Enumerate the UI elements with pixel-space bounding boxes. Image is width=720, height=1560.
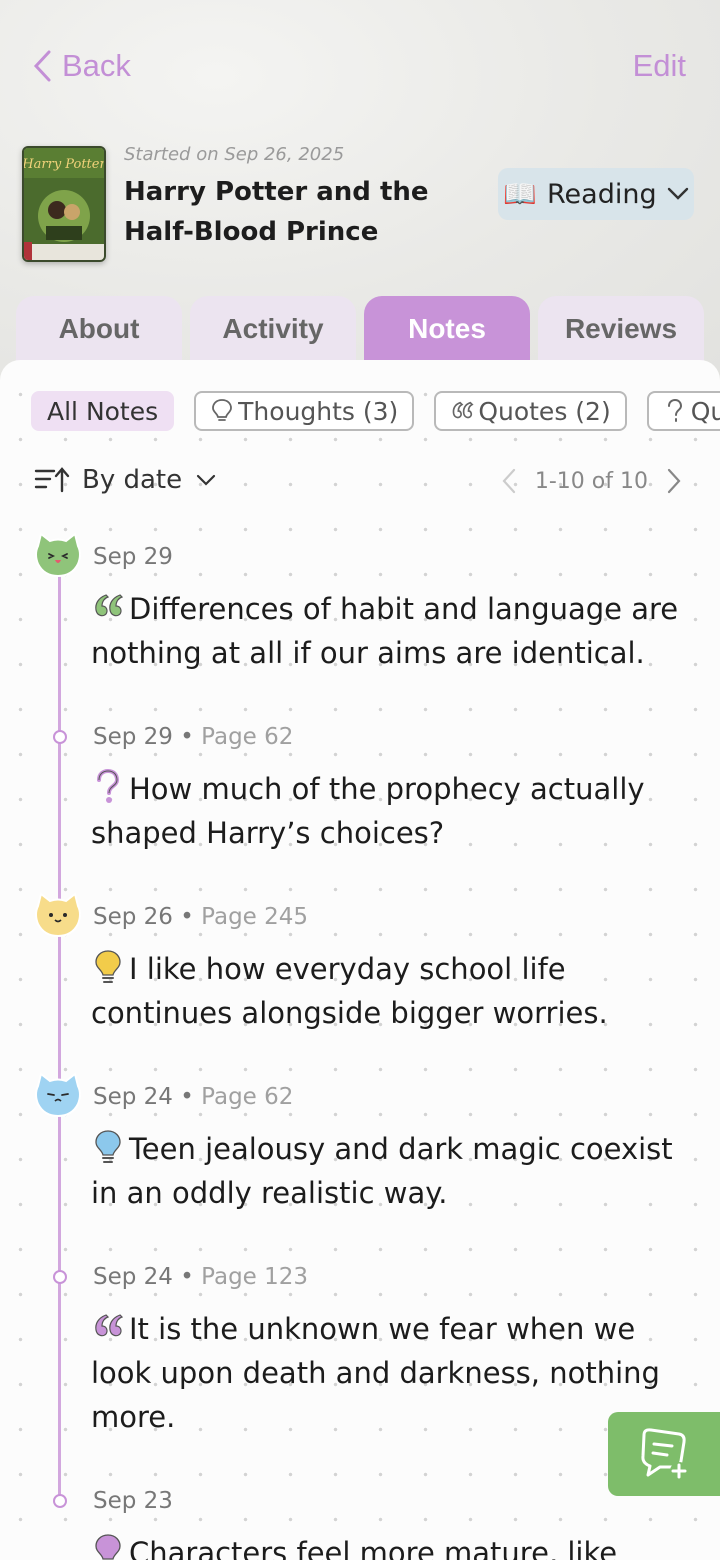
- timeline-dot: [53, 1270, 67, 1284]
- note-date: Sep 29 • Page 62: [93, 724, 294, 750]
- filter-questions[interactable]: Qu: [646, 391, 720, 431]
- sort-icon: [34, 467, 70, 493]
- note-date: Sep 24 • Page 62: [93, 1084, 294, 1110]
- tab-activity[interactable]: Activity: [190, 296, 356, 366]
- lightbulb-icon: [95, 950, 121, 983]
- add-note-button[interactable]: [608, 1412, 720, 1496]
- chip-label: Qu: [690, 396, 720, 426]
- note-date: Sep 24 • Page 123: [93, 1264, 309, 1290]
- chevron-down-icon: [197, 474, 216, 486]
- timeline-dot: [53, 730, 67, 744]
- quote-icon: [452, 401, 474, 419]
- notes-panel: All Notes Thoughts (3) Quotes (2) Qu By …: [0, 360, 720, 1560]
- book-title: Harry Potter and the Half-Blood Prince: [124, 177, 429, 247]
- lightbulb-icon: [95, 1130, 121, 1163]
- back-label: Back: [62, 48, 131, 83]
- timeline-dot: [53, 1494, 67, 1508]
- filter-all-notes[interactable]: All Notes: [31, 391, 175, 431]
- quote-icon: [95, 594, 124, 617]
- note-text: How much of the prophecy actually shaped…: [91, 767, 681, 855]
- reading-status-dropdown[interactable]: 📖 Reading: [498, 168, 694, 220]
- note-date: Sep 26 • Page 245: [93, 904, 309, 930]
- lightbulb-icon: [95, 1534, 121, 1560]
- edit-button[interactable]: Edit: [633, 44, 686, 88]
- chevron-right-icon[interactable]: [666, 468, 682, 494]
- status-label: Reading: [547, 178, 657, 210]
- tab-about[interactable]: About: [16, 296, 182, 366]
- yellow-cat-avatar: [35, 892, 81, 938]
- note-text: Differences of habit and language are no…: [91, 587, 681, 675]
- chevron-left-icon: [33, 50, 51, 82]
- note-date: Sep 29: [93, 544, 173, 570]
- back-button[interactable]: Back: [32, 44, 131, 88]
- pagination: 1-10 of 10: [501, 468, 682, 494]
- note-text: I like how everyday school life continue…: [91, 947, 681, 1035]
- filter-thoughts[interactable]: Thoughts (3): [194, 391, 415, 431]
- sort-dropdown[interactable]: By date: [34, 465, 216, 495]
- tab-notes[interactable]: Notes: [364, 296, 530, 366]
- chevron-left-icon[interactable]: [501, 468, 517, 494]
- tab-reviews[interactable]: Reviews: [538, 296, 704, 366]
- filter-chips: All Notes Thoughts (3) Quotes (2) Qu: [31, 391, 720, 431]
- cover-title: Harry Potter: [24, 157, 104, 172]
- chip-label: All Notes: [47, 396, 159, 426]
- timeline-line: [58, 555, 61, 1505]
- note-date: Sep 23: [93, 1488, 173, 1514]
- pagination-text: 1-10 of 10: [534, 468, 648, 494]
- green-cat-avatar: [35, 532, 81, 578]
- add-note-icon: [641, 1428, 688, 1480]
- note-text: It is the unknown we fear when we look u…: [91, 1307, 681, 1439]
- blue-cat-avatar: [35, 1072, 81, 1118]
- filter-quotes[interactable]: Quotes (2): [434, 391, 627, 431]
- question-icon: [97, 769, 120, 803]
- started-date: Started on Sep 26, 2025: [124, 144, 345, 165]
- sort-label: By date: [82, 465, 183, 495]
- open-book-icon: 📖: [503, 179, 537, 210]
- chevron-down-icon: [667, 187, 688, 200]
- note-text: Teen jealousy and dark magic coexist in …: [91, 1127, 681, 1215]
- quote-icon: [95, 1314, 124, 1337]
- lightbulb-icon: [212, 399, 233, 421]
- book-cover-image: Harry Potter: [24, 148, 104, 260]
- tab-bar: About Activity Notes Reviews: [16, 296, 704, 366]
- note-text: Characters feel more mature, like they: [91, 1531, 681, 1560]
- question-icon: [667, 398, 682, 422]
- chip-label: Thoughts (3): [238, 396, 399, 426]
- book-cover[interactable]: Harry Potter: [22, 146, 106, 262]
- chip-label: Quotes (2): [478, 396, 611, 426]
